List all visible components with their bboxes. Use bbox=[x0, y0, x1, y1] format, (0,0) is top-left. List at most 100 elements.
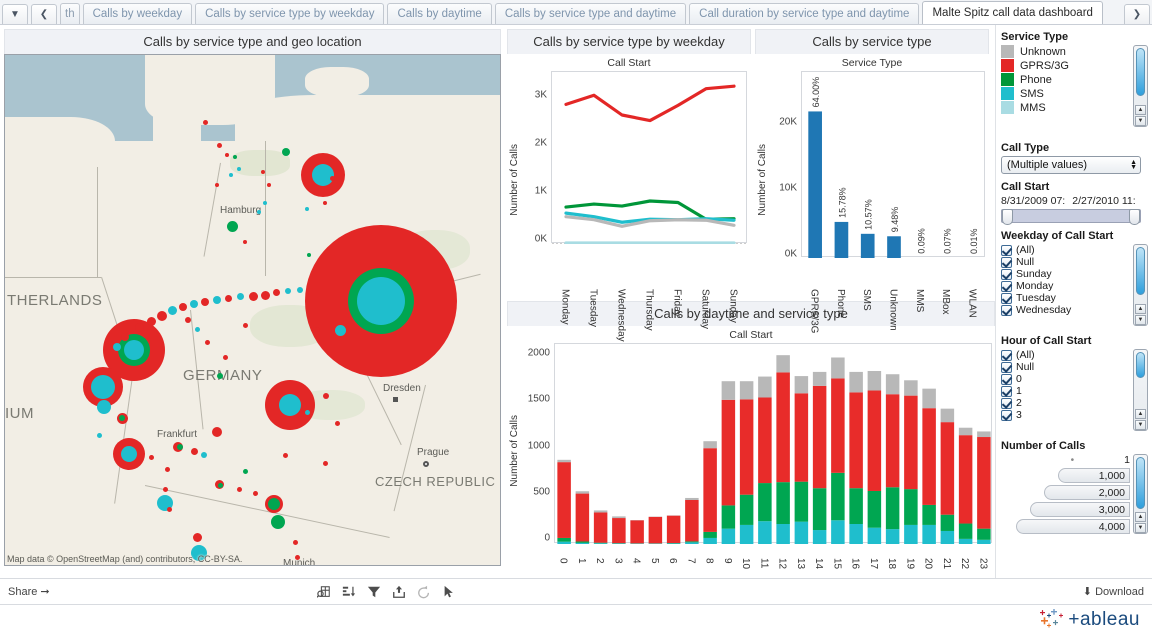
scroll-up-button[interactable]: ▲ bbox=[1135, 304, 1146, 314]
view-data-icon[interactable] bbox=[316, 585, 331, 599]
download-button[interactable]: ⬇ Download bbox=[1083, 585, 1144, 598]
hour-option-0[interactable]: 0 bbox=[1001, 373, 1148, 385]
checkbox-icon[interactable] bbox=[1001, 244, 1012, 256]
filter-funnel-icon[interactable] bbox=[367, 585, 381, 599]
map-bubble-southwest2[interactable] bbox=[193, 533, 202, 542]
line-chart-plot[interactable] bbox=[551, 71, 748, 245]
checkbox-icon[interactable] bbox=[1001, 292, 1012, 304]
tab-calls-by-service-type-and-daytime[interactable]: Calls by service type and daytime bbox=[494, 3, 687, 24]
scrollbar-thumb[interactable] bbox=[1136, 457, 1145, 509]
weekday-option-tuesday[interactable]: Tuesday bbox=[1001, 292, 1148, 304]
checkbox-icon[interactable] bbox=[1001, 349, 1012, 361]
share-button[interactable]: Share ➞ bbox=[8, 585, 50, 598]
scroll-up-button[interactable]: ▲ bbox=[1135, 105, 1146, 115]
tab-next-button[interactable]: ❯ bbox=[1124, 4, 1150, 24]
checkbox-icon[interactable] bbox=[1001, 280, 1012, 292]
weekday-option-null[interactable]: Null bbox=[1001, 256, 1148, 268]
y-tick: 0K bbox=[534, 233, 547, 245]
map-bubble-nuremberg2[interactable] bbox=[271, 515, 285, 529]
weekday-option-monday[interactable]: Monday bbox=[1001, 280, 1148, 292]
hour-option-1[interactable]: 1 bbox=[1001, 385, 1148, 397]
scroll-down-button[interactable]: ▼ bbox=[1135, 420, 1146, 430]
map-bubble-baltic[interactable] bbox=[282, 148, 290, 156]
tab-clipped[interactable]: th bbox=[60, 3, 80, 24]
size-legend-row[interactable]: • 1 bbox=[1001, 454, 1148, 466]
share-export-icon[interactable] bbox=[392, 585, 406, 599]
checkbox-icon[interactable] bbox=[1001, 373, 1012, 385]
tab-call-duration-by-service-type-and-daytime[interactable]: Call duration by service type and daytim… bbox=[689, 3, 920, 24]
sort-descending-icon[interactable] bbox=[342, 585, 356, 599]
legend-item-mms[interactable]: MMS bbox=[1001, 101, 1148, 114]
legend-item-unknown[interactable]: Unknown bbox=[1001, 45, 1148, 58]
checkbox-icon[interactable] bbox=[1001, 409, 1012, 421]
corridor-dot bbox=[295, 555, 300, 560]
stacked-chart-y-ticks: 2000 1500 1000 500 0 bbox=[521, 343, 554, 558]
hour-filter: Hour of Call Start (All) Null 0 1 2 3 ▲ … bbox=[1001, 335, 1148, 433]
map-bubble-nuremberg-phone[interactable] bbox=[268, 498, 280, 510]
checkbox-icon[interactable] bbox=[1001, 385, 1012, 397]
scroll-up-button[interactable]: ▲ bbox=[1135, 512, 1146, 522]
slider-handle-left[interactable] bbox=[1002, 209, 1013, 225]
size-legend-row[interactable]: 4,000 bbox=[1001, 519, 1148, 534]
hour-option-null[interactable]: Null bbox=[1001, 361, 1148, 373]
size-legend-row[interactable]: 2,000 bbox=[1001, 485, 1148, 500]
call-start-to: 2/27/2010 11: bbox=[1072, 195, 1136, 207]
tab-prev-button[interactable]: ❮ bbox=[31, 4, 57, 24]
map-bubble-hessen-sms[interactable] bbox=[279, 394, 301, 416]
hour-scrollbar[interactable]: ▲ ▼ bbox=[1133, 349, 1148, 431]
bar-chart-plot[interactable]: 64.00% 15.78% 10.57% 9.48% 0.09% 0.07% 0.01% bbox=[801, 71, 985, 258]
map-bubble-cologne2[interactable] bbox=[97, 400, 111, 414]
scroll-down-button[interactable]: ▼ bbox=[1135, 523, 1146, 533]
weekday-option-all[interactable]: (All) bbox=[1001, 244, 1148, 256]
checkbox-icon[interactable] bbox=[1001, 361, 1012, 373]
pointer-arrow-icon[interactable] bbox=[442, 585, 456, 599]
checkbox-icon[interactable] bbox=[1001, 256, 1012, 268]
tab-calls-by-weekday[interactable]: Calls by weekday bbox=[82, 3, 193, 24]
legend-item-sms[interactable]: SMS bbox=[1001, 87, 1148, 100]
size-legend-row[interactable]: 3,000 bbox=[1001, 502, 1148, 517]
weekday-option-wednesday[interactable]: Wednesday bbox=[1001, 304, 1148, 316]
map-bubble-cologne4[interactable] bbox=[119, 415, 125, 421]
weekday-option-sunday[interactable]: Sunday bbox=[1001, 268, 1148, 280]
scroll-up-button[interactable]: ▲ bbox=[1135, 409, 1146, 419]
map-bubble-berlin-sms[interactable] bbox=[357, 277, 405, 325]
scroll-down-button[interactable]: ▼ bbox=[1135, 116, 1146, 126]
map-bubble-hamburg[interactable] bbox=[227, 221, 238, 232]
hour-option-all[interactable]: (All) bbox=[1001, 349, 1148, 361]
legend-swatch bbox=[1001, 45, 1014, 58]
size-legend-scrollbar[interactable]: ▲ ▼ bbox=[1133, 454, 1148, 534]
x-tick: Tuesday bbox=[587, 289, 599, 327]
map-bubble-west-sms[interactable] bbox=[124, 340, 144, 360]
x-tick: MBox bbox=[940, 289, 952, 315]
map-bubble-cologne-sms[interactable] bbox=[91, 375, 115, 399]
tab-malte-spitz-call-data-dashboard[interactable]: Malte Spitz call data dashboard bbox=[922, 1, 1103, 24]
stacked-chart-plot[interactable] bbox=[554, 343, 992, 544]
slider-handle-right[interactable] bbox=[1129, 209, 1140, 225]
map-bubble-rhine-sms[interactable] bbox=[121, 446, 137, 462]
tab-menu-button[interactable]: ▼ bbox=[2, 4, 28, 24]
legend-item-phone[interactable]: Phone bbox=[1001, 73, 1148, 86]
call-start-slider[interactable] bbox=[1001, 209, 1141, 225]
tab-calls-by-daytime[interactable]: Calls by daytime bbox=[387, 3, 492, 24]
call-type-select[interactable]: (Multiple values) ▲ ▼ bbox=[1001, 156, 1141, 174]
map-viewport[interactable]: THERLANDS IUM GERMANY CZECH REPUBLIC UST… bbox=[4, 54, 501, 566]
corridor-dot bbox=[223, 355, 228, 360]
legend-item-gprs3g[interactable]: GPRS/3G bbox=[1001, 59, 1148, 72]
tab-calls-by-service-type-by-weekday[interactable]: Calls by service type by weekday bbox=[195, 3, 385, 24]
service-type-scrollbar[interactable]: ▲ ▼ bbox=[1133, 45, 1148, 127]
hour-option-2[interactable]: 2 bbox=[1001, 397, 1148, 409]
x-tick: 0 bbox=[557, 558, 569, 564]
map-bubble-north-sms[interactable] bbox=[312, 164, 334, 186]
hour-option-3[interactable]: 3 bbox=[1001, 409, 1148, 421]
checkbox-icon[interactable] bbox=[1001, 304, 1012, 316]
scrollbar-thumb[interactable] bbox=[1136, 48, 1145, 96]
checkbox-icon[interactable] bbox=[1001, 397, 1012, 409]
scroll-down-button[interactable]: ▼ bbox=[1135, 315, 1146, 325]
scrollbar-thumb[interactable] bbox=[1136, 247, 1145, 295]
weekday-scrollbar[interactable]: ▲ ▼ bbox=[1133, 244, 1148, 326]
scrollbar-thumb[interactable] bbox=[1136, 352, 1145, 378]
checkbox-icon[interactable] bbox=[1001, 268, 1012, 280]
spinner-icon[interactable]: ▲ ▼ bbox=[1130, 159, 1137, 171]
size-legend-row[interactable]: 1,000 bbox=[1001, 468, 1148, 483]
revert-undo-icon[interactable] bbox=[417, 585, 431, 599]
